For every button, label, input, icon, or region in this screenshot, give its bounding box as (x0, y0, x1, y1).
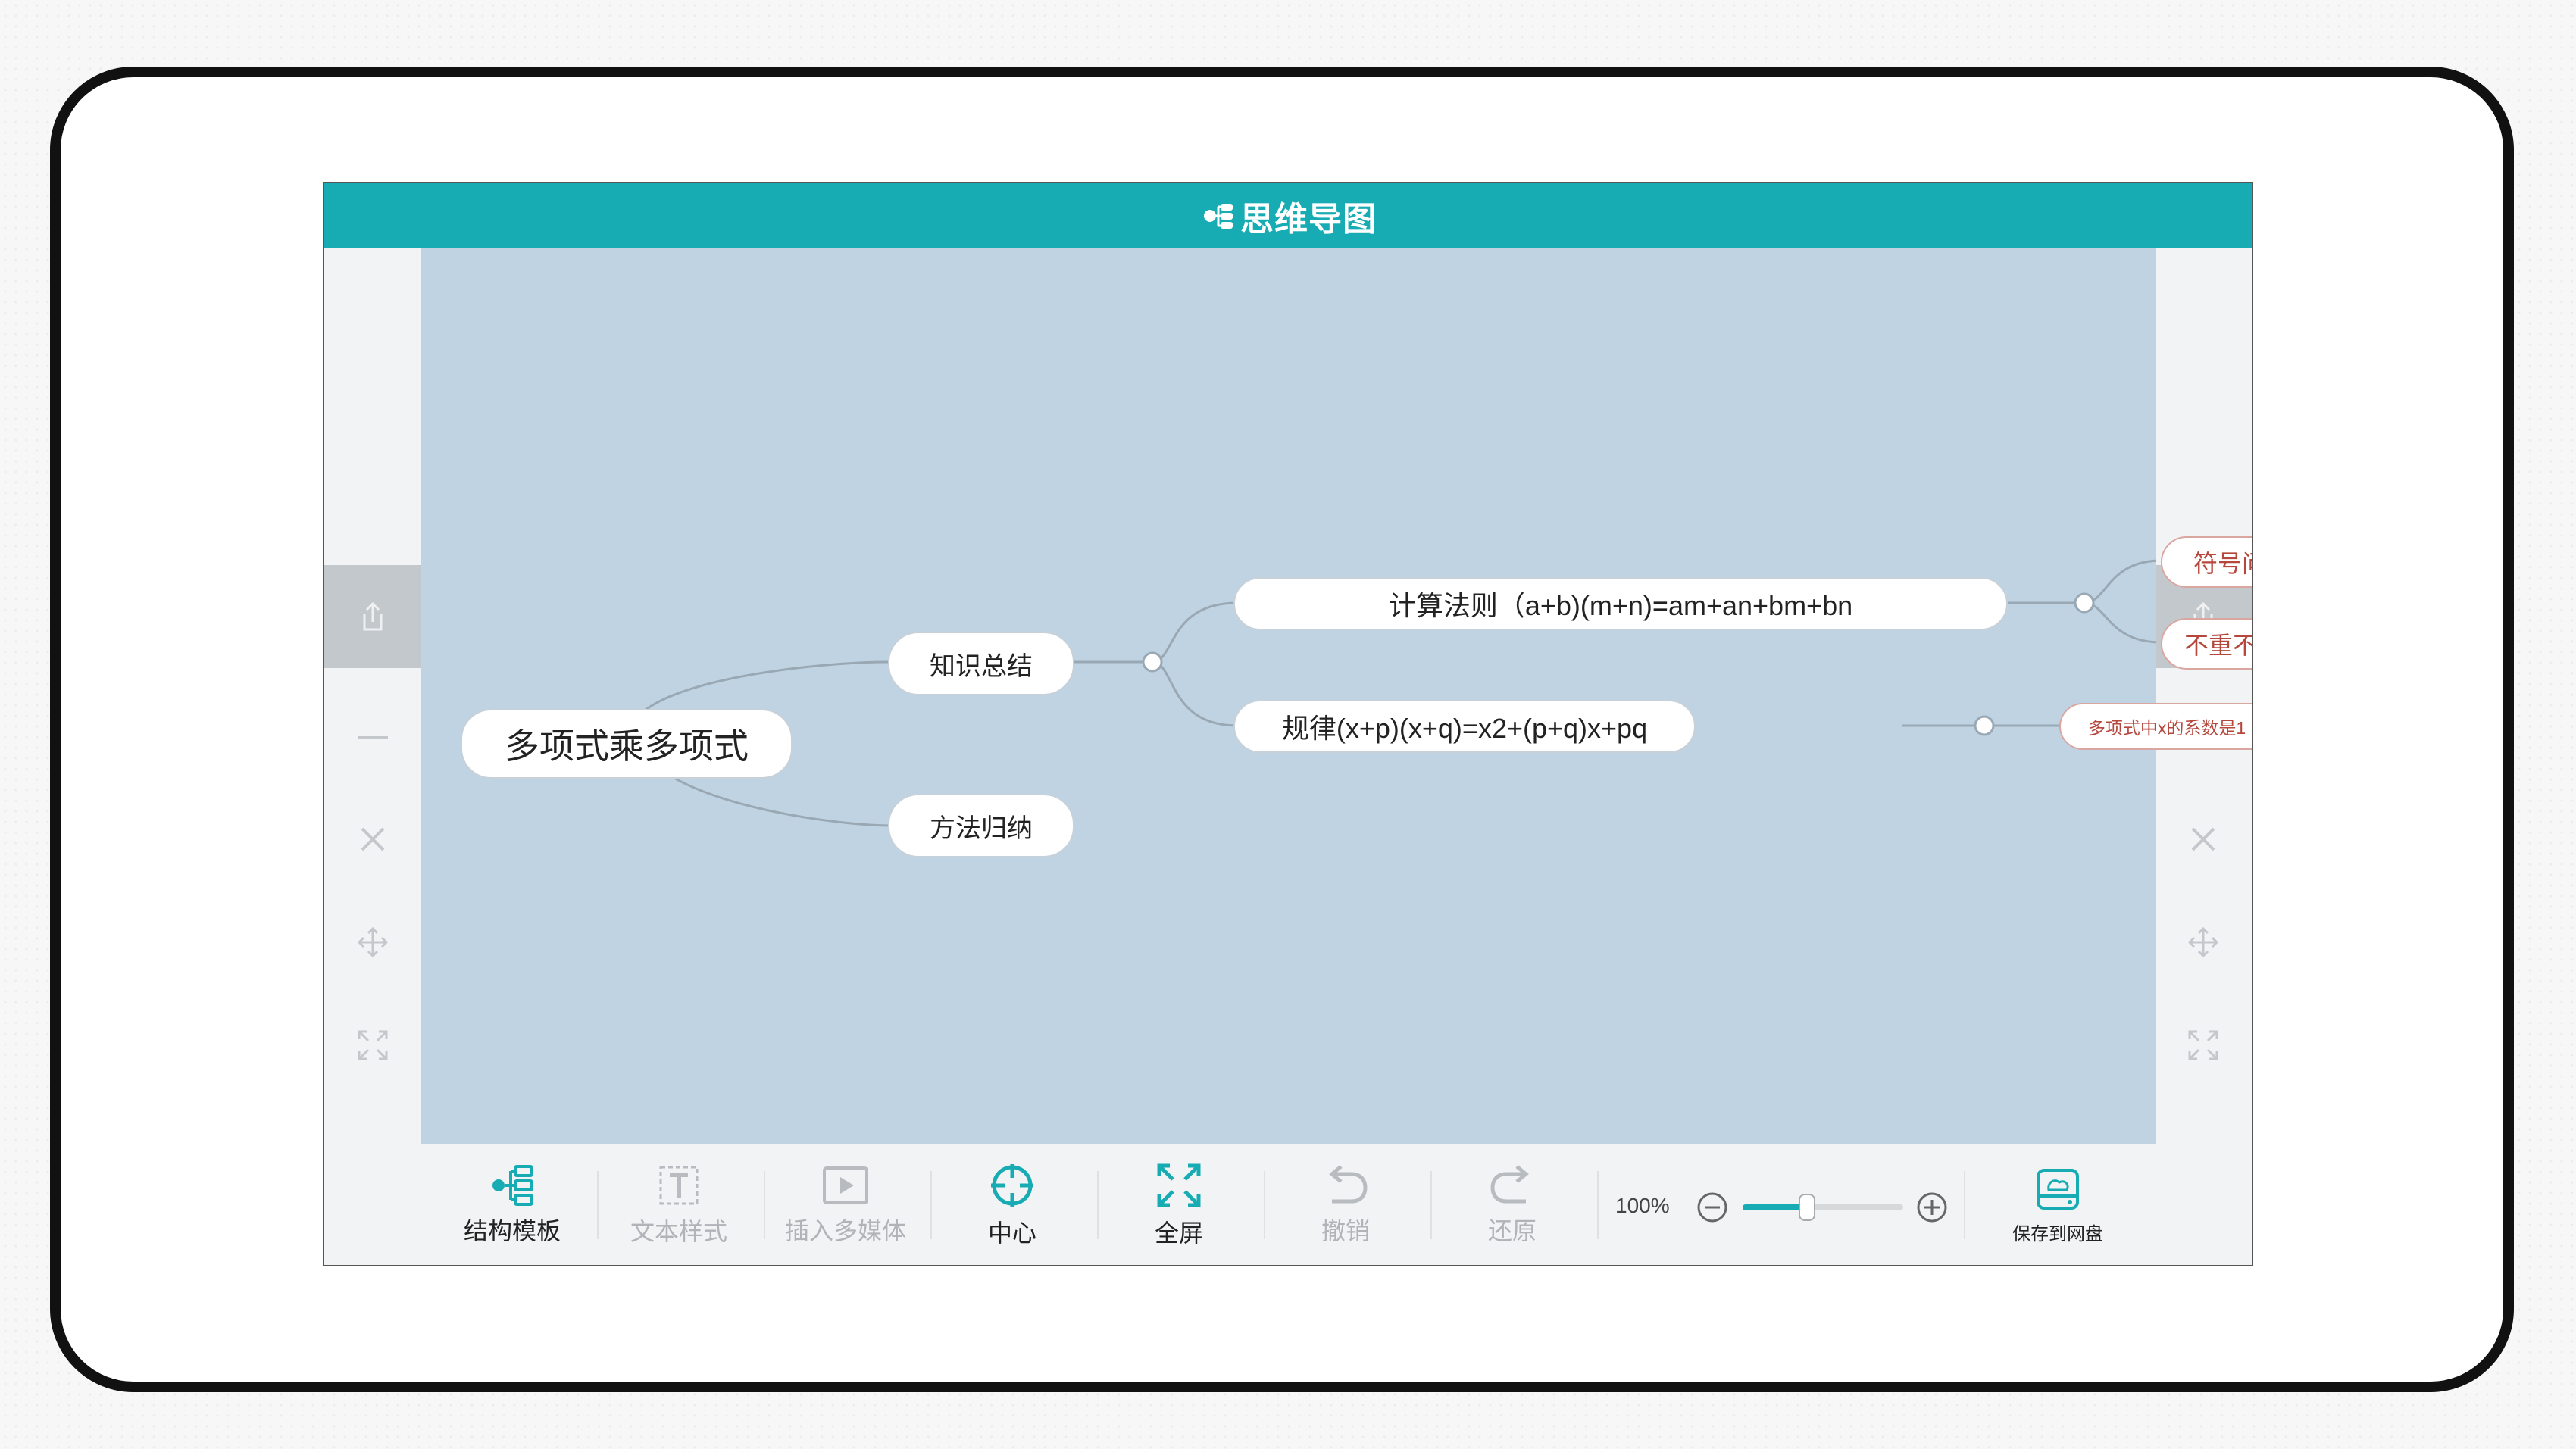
zoom-slider-handle[interactable] (1798, 1194, 1815, 1221)
undo-label: 撤销 (1321, 1217, 1370, 1244)
undo-icon (1329, 1165, 1368, 1204)
insert-media-button[interactable]: 插入多媒体 (770, 1144, 921, 1265)
text-style-icon (659, 1166, 699, 1205)
redo-icon (1490, 1165, 1529, 1204)
move-button[interactable] (324, 920, 421, 965)
move-button[interactable] (2155, 920, 2252, 965)
leaf-node-no-overlap-no-omission[interactable]: 不重不漏 (2161, 618, 2252, 670)
structure-template-icon (492, 1165, 533, 1206)
mindmap-app-window: 思维导图 多项式乘多项式 知识总结 方法归纳 计算法则（a+b)(m+n)=am… (323, 182, 2253, 1266)
redo-button[interactable]: 还原 (1436, 1144, 1588, 1265)
collapse-button[interactable] (324, 715, 421, 760)
app-title: 思维导图 (1240, 201, 1377, 238)
minus-icon (358, 736, 388, 739)
title-bar: 思维导图 (324, 183, 2252, 248)
zoom-slider[interactable] (1743, 1194, 1903, 1221)
center-button[interactable]: 中心 (936, 1144, 1088, 1265)
fullscreen-icon (1157, 1163, 1201, 1207)
root-node[interactable]: 多项式乘多项式 (461, 709, 792, 779)
mindmap-canvas[interactable]: 多项式乘多项式 知识总结 方法归纳 计算法则（a+b)(m+n)=am+an+b… (421, 248, 2252, 1144)
zoom-out-icon[interactable] (1696, 1191, 1729, 1224)
text-style-button[interactable]: 文本样式 (603, 1144, 755, 1265)
toolbar-divider (1097, 1171, 1099, 1239)
toolbar-divider (930, 1171, 932, 1239)
structure-template-label: 结构模板 (463, 1217, 561, 1244)
leaf-node-sign-problem[interactable]: 符号问题 (2161, 536, 2252, 588)
fit-screen-button[interactable] (324, 1023, 421, 1068)
mindmap-logo-icon (1204, 204, 1233, 229)
close-button[interactable] (2155, 817, 2252, 862)
fullscreen-button[interactable]: 全屏 (1103, 1144, 1255, 1265)
cloud-drive-icon (2037, 1168, 2079, 1210)
move-icon (2187, 926, 2219, 958)
share-icon (363, 601, 383, 631)
insert-media-label: 插入多媒体 (784, 1217, 906, 1244)
crosshair-icon (991, 1164, 1033, 1207)
toolbar-divider (1964, 1171, 1965, 1239)
center-label: 中心 (987, 1219, 1036, 1247)
subnode-pattern[interactable]: 规律(x+p)(x+q)=x2+(p+q)x+pq (1233, 700, 1696, 753)
share-button[interactable] (324, 565, 421, 668)
undo-button[interactable]: 撤销 (1270, 1144, 1421, 1265)
toolbar-divider (1430, 1171, 1432, 1239)
fit-screen-button[interactable] (2155, 1023, 2252, 1068)
connector-lines (643, 559, 2156, 827)
collapse-toggle (2074, 592, 2095, 614)
branch-node-method-summary[interactable]: 方法归纳 (888, 794, 1074, 857)
media-play-icon (823, 1166, 868, 1204)
move-icon (357, 926, 389, 958)
left-sidebar (324, 248, 421, 1265)
collapse-toggle (1974, 715, 1995, 736)
fit-screen-icon (358, 1030, 388, 1060)
fit-screen-icon (2188, 1030, 2218, 1060)
subnode-calculation-rule[interactable]: 计算法则（a+b)(m+n)=am+an+bm+bn (1233, 577, 2008, 630)
toolbar-divider (1597, 1171, 1599, 1239)
leaf-node-x-coefficient-is-one[interactable]: 多项式中x的系数是1 (2059, 703, 2252, 750)
zoom-in-icon[interactable] (1915, 1191, 1949, 1224)
toolbar-divider (764, 1171, 765, 1239)
branch-node-knowledge-summary[interactable]: 知识总结 (888, 632, 1074, 695)
close-button[interactable] (324, 817, 421, 862)
toolbar-divider (597, 1171, 599, 1239)
zoom-slider-fill (1743, 1204, 1807, 1210)
redo-label: 还原 (1487, 1217, 1537, 1244)
structure-template-button[interactable]: 结构模板 (436, 1144, 588, 1265)
close-icon (361, 827, 385, 851)
save-to-cloud-button[interactable]: 保存到网盘 (1982, 1144, 2134, 1265)
zoom-level: 100% (1615, 1194, 1670, 1217)
text-style-label: 文本样式 (630, 1218, 727, 1245)
bottom-toolbar: 结构模板 文本样式 插入多媒体 中心 全屏 撤销 还原 100% 保存到网盘 (421, 1144, 2156, 1265)
toolbar-divider (1264, 1171, 1265, 1239)
close-icon (2191, 827, 2215, 851)
right-sidebar (2155, 248, 2252, 1265)
fullscreen-label: 全屏 (1154, 1219, 1203, 1247)
save-to-cloud-label: 保存到网盘 (2012, 1223, 2103, 1244)
collapse-toggle (1142, 651, 1163, 673)
